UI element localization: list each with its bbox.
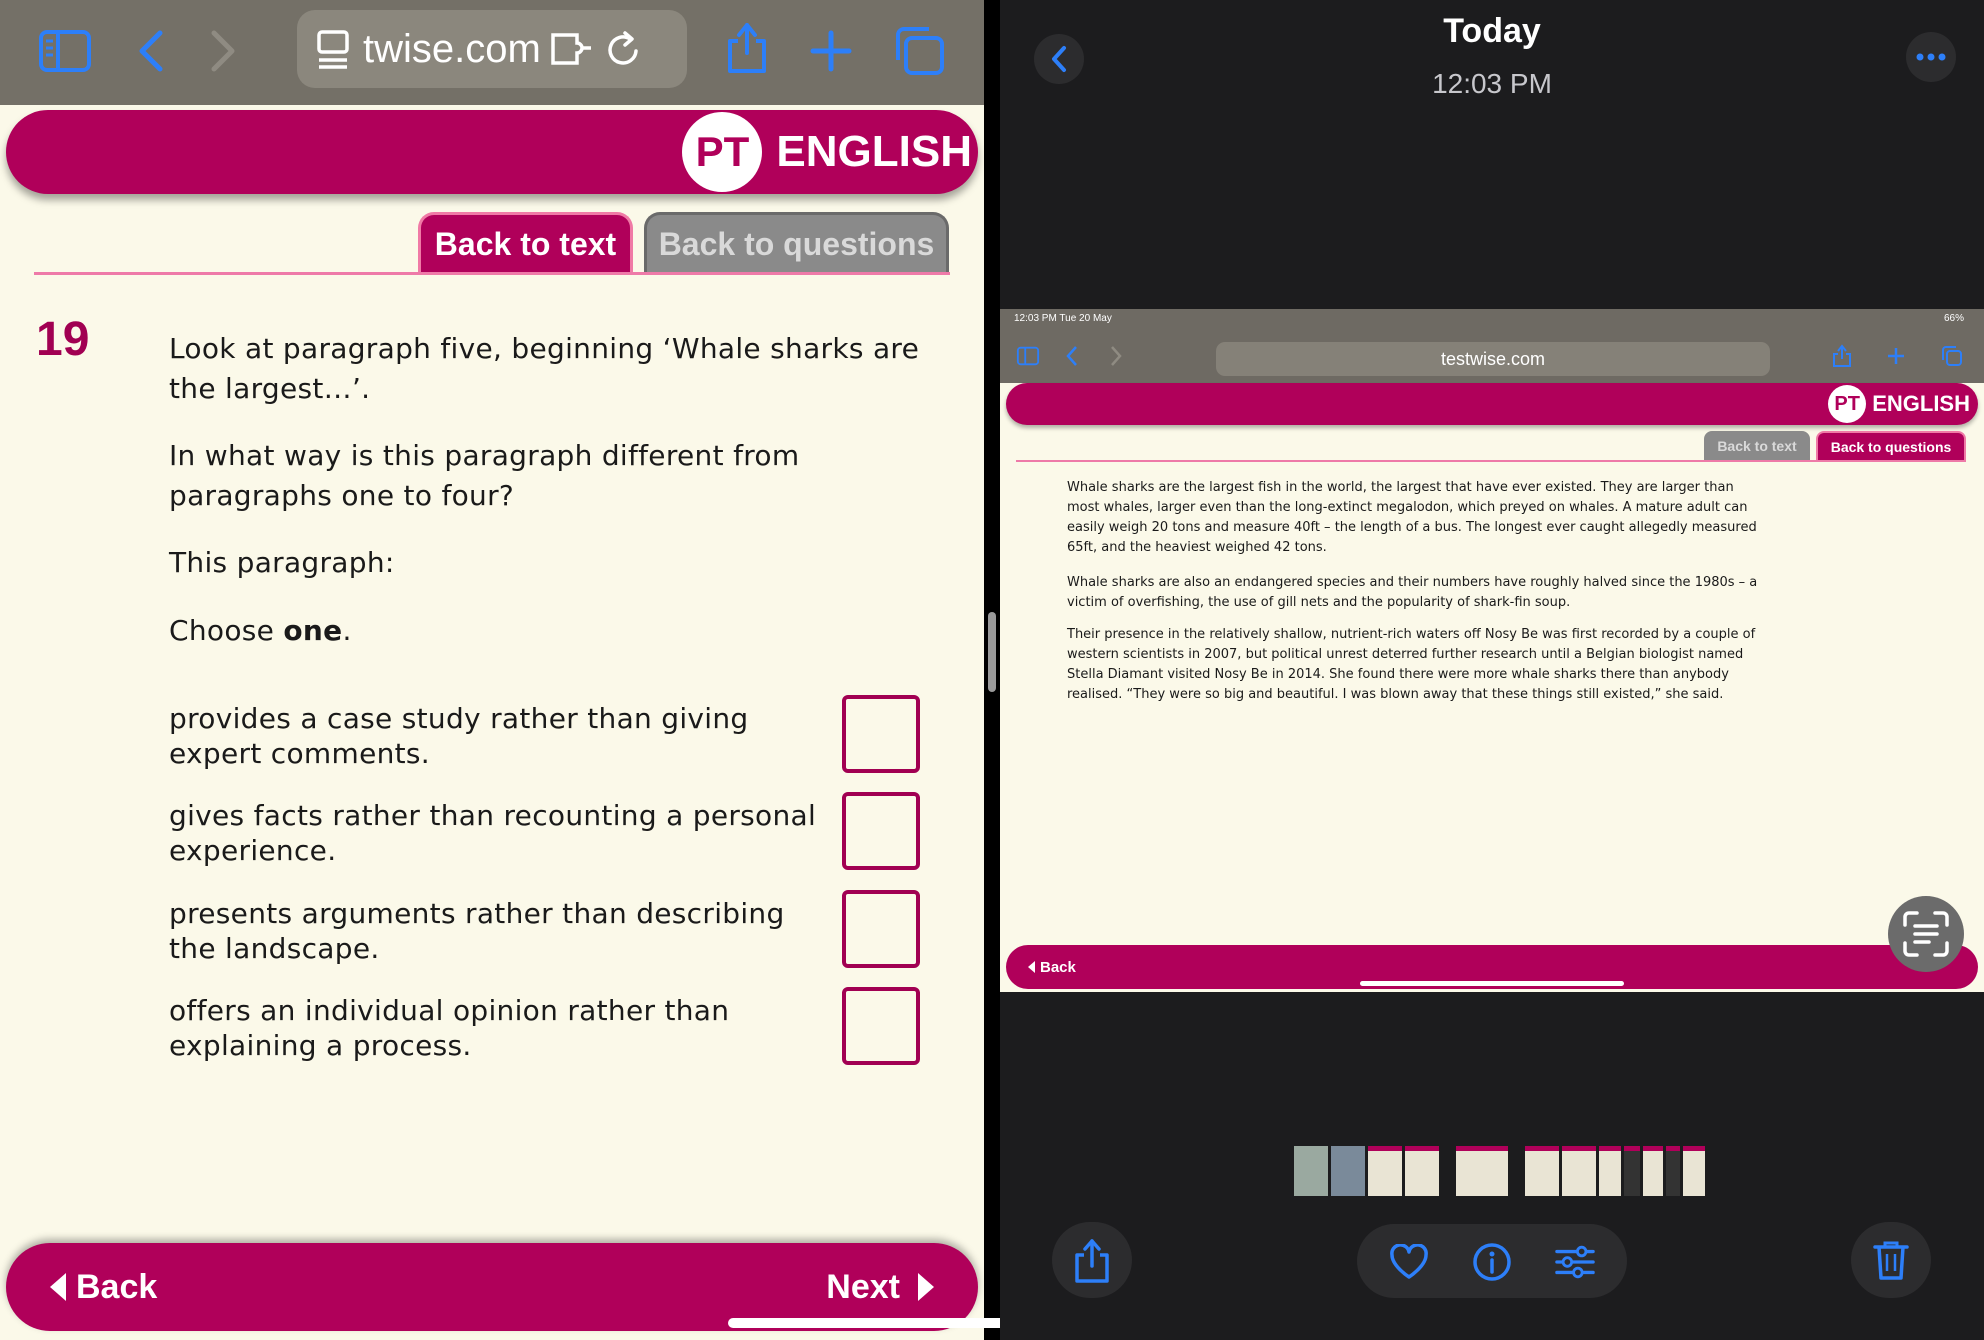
pt-english-header: PT ENGLISH <box>6 110 978 194</box>
next-arrow-icon <box>918 1273 934 1301</box>
tab-divider <box>34 272 950 275</box>
question-line-2: In what way is this paragraph different … <box>169 439 800 512</box>
share-icon[interactable] <box>720 20 774 74</box>
photos-pane: Today 12:03 PM 12:03 PM Tue 20 May 66% t… <box>1000 0 1984 1340</box>
back-label: Back <box>76 1267 158 1306</box>
photo-thumbnail[interactable] <box>1456 1146 1508 1196</box>
question-line-1: Look at paragraph five, beginning ‘Whale… <box>169 332 920 405</box>
url-text[interactable]: twise.com <box>363 27 541 72</box>
reader-icon[interactable] <box>315 30 351 69</box>
pt-english-logo: PT ENGLISH <box>682 110 972 194</box>
more-icon[interactable] <box>1906 32 1956 82</box>
pt-logo-mark: PT <box>682 112 763 192</box>
screenshot-tab-divider <box>1016 460 1966 462</box>
tab-back-to-questions[interactable]: Back to questions <box>644 212 949 274</box>
option-3-checkbox[interactable] <box>842 890 920 968</box>
instruction-emphasis: one <box>283 614 343 647</box>
heart-icon[interactable] <box>1389 1242 1429 1282</box>
info-icon[interactable] <box>1472 1242 1512 1282</box>
screenshot-home-indicator <box>1360 981 1624 986</box>
photo-thumbnail[interactable] <box>1331 1146 1365 1196</box>
photo-thumbnail[interactable] <box>1643 1146 1663 1196</box>
photo-thumbnail[interactable] <box>1624 1146 1640 1196</box>
back-arrow-icon <box>50 1273 66 1301</box>
next-label: Next <box>826 1267 900 1306</box>
screenshot-pt-logo: PT ENGLISH <box>1828 383 1970 425</box>
tabs-icon <box>1940 344 1964 368</box>
question-instruction: Choose one. <box>169 611 949 651</box>
chevron-left-icon <box>1060 344 1084 368</box>
photos-time: 12:03 PM <box>1432 68 1552 99</box>
screenshot-pt-header: PT ENGLISH <box>1006 383 1978 425</box>
tabs-icon[interactable] <box>892 24 946 78</box>
photo-thumbnail[interactable] <box>1368 1146 1402 1196</box>
screenshot-back-label: Back <box>1040 958 1076 976</box>
screenshot-logo-mark: PT <box>1828 385 1867 423</box>
screenshot-back-button: Back <box>1028 945 1076 989</box>
plus-icon[interactable] <box>804 24 858 78</box>
safari-pane: twise.com PT ENGLISH Back to text Back t… <box>0 0 984 1340</box>
instruction-suffix: . <box>342 614 352 647</box>
pt-logo-text: ENGLISH <box>776 127 972 176</box>
option-1-label: provides a case study rather than giving… <box>169 702 749 770</box>
reload-icon[interactable] <box>601 27 645 71</box>
photos-title: Today <box>1443 12 1541 50</box>
chevron-right-icon <box>1104 344 1128 368</box>
screenshot-safari-toolbar: testwise.com <box>1000 329 1984 383</box>
photo-thumbnail[interactable] <box>1562 1146 1596 1196</box>
option-4-checkbox[interactable] <box>842 987 920 1065</box>
screenshot-address-bar: testwise.com <box>1216 342 1770 376</box>
option-1-checkbox[interactable] <box>842 695 920 773</box>
option-2-label: gives facts rather than recounting a per… <box>169 799 817 867</box>
option-3-label: presents arguments rather than describin… <box>169 897 785 965</box>
photo-thumbnail[interactable] <box>1666 1146 1680 1196</box>
adjust-icon[interactable] <box>1555 1242 1595 1282</box>
screenshot-battery: 66% <box>1943 313 1964 324</box>
photo-thumbnail[interactable] <box>1525 1146 1559 1196</box>
safari-toolbar: twise.com <box>0 0 984 105</box>
question-prompt: This paragraph: <box>169 546 395 579</box>
back-button[interactable]: Back <box>50 1243 157 1331</box>
instruction-prefix: Choose <box>169 614 284 647</box>
sidebar-icon <box>1016 344 1040 368</box>
screenshot-tab-back-to-questions: Back to questions <box>1816 431 1966 461</box>
tab-back-to-text[interactable]: Back to text <box>418 212 633 274</box>
photo-thumbnail[interactable] <box>1683 1146 1705 1196</box>
option-4-label: offers an individual opinion rather than… <box>169 994 730 1062</box>
plus-icon <box>1884 344 1908 368</box>
chevron-left-icon[interactable] <box>124 24 178 78</box>
sidebar-icon[interactable] <box>38 24 92 78</box>
split-view-handle[interactable] <box>988 612 996 692</box>
photo-thumbnail[interactable] <box>1294 1146 1328 1196</box>
live-text-icon[interactable] <box>1888 896 1964 972</box>
share-icon[interactable] <box>1052 1222 1132 1298</box>
photo-actions-group <box>1357 1224 1627 1298</box>
address-bar[interactable]: twise.com <box>297 10 687 88</box>
chevron-right-icon[interactable] <box>196 24 250 78</box>
screenshot-back-arrow-icon <box>1028 961 1035 973</box>
option-2-checkbox[interactable] <box>842 792 920 870</box>
screenshot-logo-text: ENGLISH <box>1872 391 1970 416</box>
screenshot-preview[interactable]: 12:03 PM Tue 20 May 66% testwise.com PT … <box>1000 309 1984 992</box>
question-number: 19 <box>36 313 90 366</box>
photo-thumbnail[interactable] <box>1405 1146 1439 1196</box>
extension-icon[interactable] <box>549 27 593 71</box>
share-icon <box>1830 344 1854 368</box>
photo-thumbnail-strip[interactable] <box>1294 1146 1705 1196</box>
screenshot-status-time: 12:03 PM Tue 20 May <box>1014 313 1112 324</box>
screenshot-paragraph-2: Whale sharks are also an endangered spec… <box>1067 575 1758 610</box>
screenshot-tab-back-to-text: Back to text <box>1704 431 1810 461</box>
photo-thumbnail[interactable] <box>1599 1146 1621 1196</box>
screenshot-status-bar: 12:03 PM Tue 20 May 66% <box>1000 309 1984 329</box>
trash-icon[interactable] <box>1851 1222 1931 1298</box>
screenshot-paragraph-1: Whale sharks are the largest fish in the… <box>1067 480 1757 555</box>
photos-toolbar <box>1000 1222 1984 1302</box>
screenshot-paragraph-3: Their presence in the relatively shallow… <box>1067 627 1756 702</box>
